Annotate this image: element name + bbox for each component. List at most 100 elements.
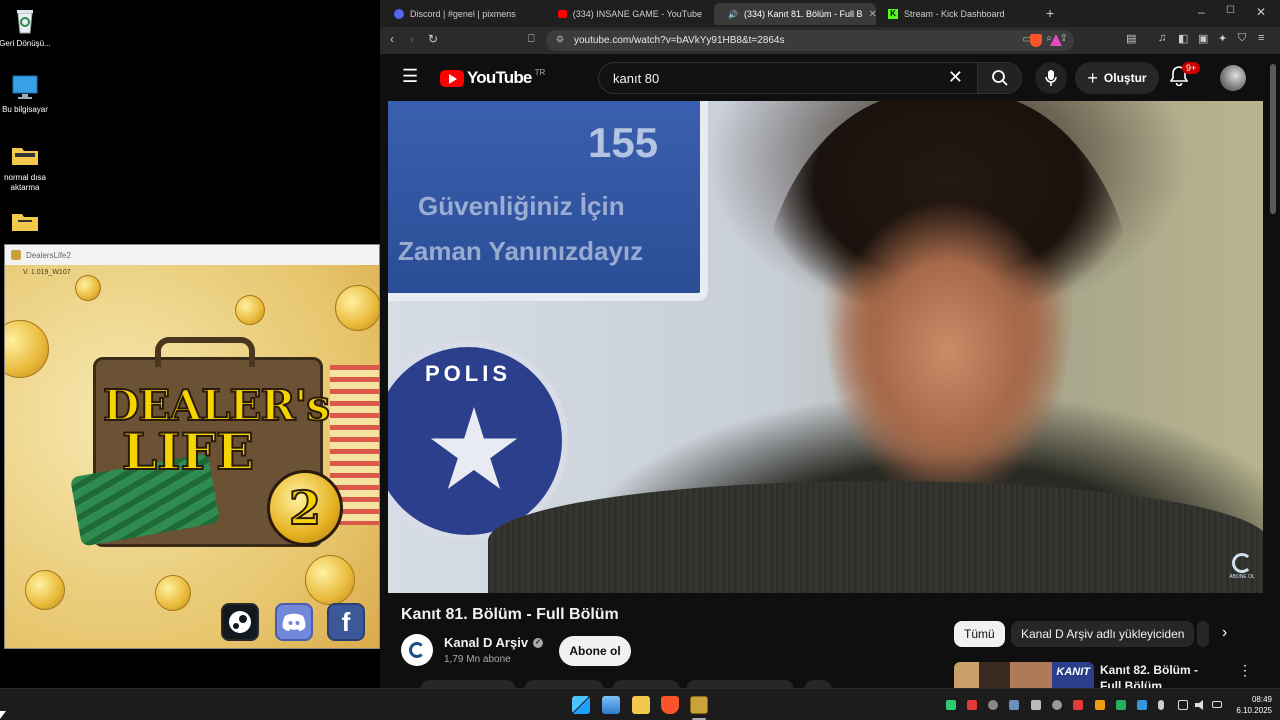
wallet-icon[interactable]: ▣ xyxy=(1198,32,1208,45)
recommended-more-icon[interactable]: ⋮ xyxy=(1238,662,1252,679)
recommended-thumb-text: KANIT xyxy=(1056,666,1090,678)
tray-app-icon[interactable] xyxy=(1073,700,1083,710)
channel-avatar[interactable] xyxy=(401,634,433,666)
game-titlebar[interactable]: DealersLife2 xyxy=(5,245,379,265)
tab-title: (334) INSANE GAME - YouTube xyxy=(572,9,702,19)
video-scene-sign: 155 Güvenliğiniz İçin Zaman Yanınızdayız xyxy=(388,101,708,301)
tab-youtube-kanit[interactable]: 🔊 (334) Kanıt 81. Bölüm - Full B ✕ xyxy=(714,3,876,25)
tray-app-icon[interactable] xyxy=(1031,700,1041,710)
recommended-title[interactable]: Kanıt 82. Bölüm - Full Bölüm xyxy=(1100,662,1220,688)
search-button[interactable] xyxy=(978,62,1022,94)
notification-badge: 9+ xyxy=(1182,62,1201,74)
chips-next-icon[interactable]: › xyxy=(1222,624,1227,642)
brave-rewards-icon[interactable] xyxy=(1050,34,1062,46)
microphone-icon xyxy=(1045,70,1057,86)
tab-title: Stream - Kick Dashboard xyxy=(904,9,1005,19)
battery-icon[interactable] xyxy=(1212,701,1222,708)
address-bar[interactable]: ⚙ youtube.com/watch?v=bAVkYy91HB8&t=2864… xyxy=(546,30,1074,51)
search-input[interactable]: kanıt 80 ✕ xyxy=(598,62,978,94)
tab-youtube-insane-game[interactable]: (334) INSANE GAME - YouTube xyxy=(550,3,710,25)
site-info-icon[interactable]: ⚙ xyxy=(556,34,564,45)
steam-button[interactable] xyxy=(221,603,259,641)
recommended-thumbnail[interactable]: KANIT xyxy=(954,662,1094,688)
menu-icon[interactable]: ≡ xyxy=(1258,32,1264,44)
page-scrollbar[interactable] xyxy=(1270,64,1276,214)
search-icon xyxy=(992,70,1008,86)
search-query: kanıt 80 xyxy=(613,70,660,86)
tab-kick-dashboard[interactable]: K Stream - Kick Dashboard xyxy=(880,3,1040,25)
clear-search-icon[interactable]: ✕ xyxy=(948,67,963,88)
network-icon[interactable] xyxy=(1178,700,1188,710)
tray-app-icon[interactable] xyxy=(1009,700,1019,710)
media-icon[interactable]: ♫ xyxy=(1158,32,1166,44)
folder-icon xyxy=(10,140,40,170)
tray-app-icon[interactable] xyxy=(1137,700,1147,710)
forward-button[interactable]: › xyxy=(410,32,414,46)
youtube-logo[interactable]: YouTube TR xyxy=(440,68,545,88)
account-avatar[interactable] xyxy=(1220,65,1246,91)
game-version: V. 1.019_W107 xyxy=(23,269,71,276)
create-button[interactable]: + Oluştur xyxy=(1075,62,1159,94)
vpn-icon[interactable]: ⛉ xyxy=(1238,32,1246,45)
sign-number: 155 xyxy=(588,119,659,166)
coin-decoration xyxy=(335,285,379,331)
video-title: Kanıt 81. Bölüm - Full Bölüm xyxy=(401,606,619,623)
desktop-icon-folder[interactable] xyxy=(0,206,55,239)
desktop-icon-this-pc[interactable]: Bu bilgisayar xyxy=(0,72,55,115)
file-explorer-icon[interactable] xyxy=(632,696,650,714)
tab-discord[interactable]: Discord | #genel | pixmens xyxy=(386,3,546,25)
coin-decoration xyxy=(155,575,191,611)
sidebar-icon[interactable]: ◧ xyxy=(1178,32,1188,45)
tray-app-icon[interactable] xyxy=(967,700,977,710)
chip-uploader[interactable]: Kanal D Arşiv adlı yükleyiciden xyxy=(1011,621,1195,647)
microphone-icon[interactable] xyxy=(1158,700,1164,710)
tray-app-icon[interactable] xyxy=(1052,700,1062,710)
discord-button[interactable] xyxy=(275,603,313,641)
start-button[interactable] xyxy=(572,696,590,714)
recycle-bin-icon xyxy=(10,6,40,36)
tab-title: (334) Kanıt 81. Bölüm - Full B xyxy=(743,9,863,19)
windows-taskbar: 08:49 6.10.2025 xyxy=(0,688,1280,720)
new-tab-button[interactable]: + xyxy=(1046,5,1054,21)
tray-app-icon[interactable] xyxy=(1116,700,1126,710)
discord-icon xyxy=(394,9,404,19)
youtube-icon xyxy=(558,10,567,18)
url-text: youtube.com/watch?v=bAVkYy91HB8&t=2864s xyxy=(574,35,785,46)
channel-name[interactable]: Kanal D Arşiv ✓ xyxy=(444,635,544,650)
chip-all[interactable]: Tümü xyxy=(954,621,1005,647)
hamburger-menu-icon[interactable]: ☰ xyxy=(402,66,418,87)
clock[interactable]: 08:49 6.10.2025 xyxy=(1228,694,1272,716)
facebook-button[interactable]: f xyxy=(327,603,365,641)
brave-shields-icon[interactable] xyxy=(1030,34,1042,47)
reload-button[interactable]: ↻ xyxy=(428,32,438,46)
desktop-icon-recycle-bin[interactable]: Geri Dönüşü... xyxy=(0,6,55,49)
desktop-icon-folder-export[interactable]: normal dısa aktarma xyxy=(0,140,55,193)
tray-app-icon[interactable] xyxy=(946,700,956,710)
tray-app-icon[interactable] xyxy=(988,700,998,710)
game-app-icon xyxy=(11,250,21,260)
maximize-button[interactable]: ☐ xyxy=(1226,5,1235,16)
volume-icon[interactable] xyxy=(1195,700,1203,710)
widgets-icon[interactable] xyxy=(602,696,620,714)
tray-app-icon[interactable] xyxy=(1095,700,1105,710)
channel-watermark[interactable]: ABONE OL xyxy=(1226,553,1258,585)
notifications-button[interactable]: 9+ xyxy=(1169,62,1201,92)
subscribe-button[interactable]: Abone ol xyxy=(559,636,631,666)
sidebar-toggle-icon[interactable]: ▤ xyxy=(1126,32,1136,45)
extensions-icon[interactable]: ✦ xyxy=(1218,32,1227,45)
minimize-button[interactable]: – xyxy=(1198,5,1205,19)
bookmark-icon[interactable]: ⎕ xyxy=(528,33,535,46)
dealers-life-taskbar-icon[interactable] xyxy=(690,696,708,714)
back-button[interactable]: ‹ xyxy=(390,32,394,46)
speaker-icon: 🔊 xyxy=(728,9,738,19)
close-tab-icon[interactable]: ✕ xyxy=(869,9,876,20)
video-player[interactable]: 155 Güvenliğiniz İçin Zaman Yanınızdayız… xyxy=(388,101,1263,593)
coin-decoration xyxy=(305,555,355,605)
chip-more[interactable] xyxy=(1197,621,1209,647)
dealers-life-window[interactable]: DealersLife2 V. 1.019_W107 DEALER's LIFE… xyxy=(4,244,380,649)
youtube-page: ☰ YouTube TR kanıt 80 ✕ + Oluştur 9+ 155… xyxy=(380,54,1280,690)
brave-browser-icon[interactable] xyxy=(661,696,679,714)
close-window-button[interactable]: ✕ xyxy=(1256,5,1266,19)
country-code: TR xyxy=(534,67,546,77)
voice-search-button[interactable] xyxy=(1035,62,1067,94)
